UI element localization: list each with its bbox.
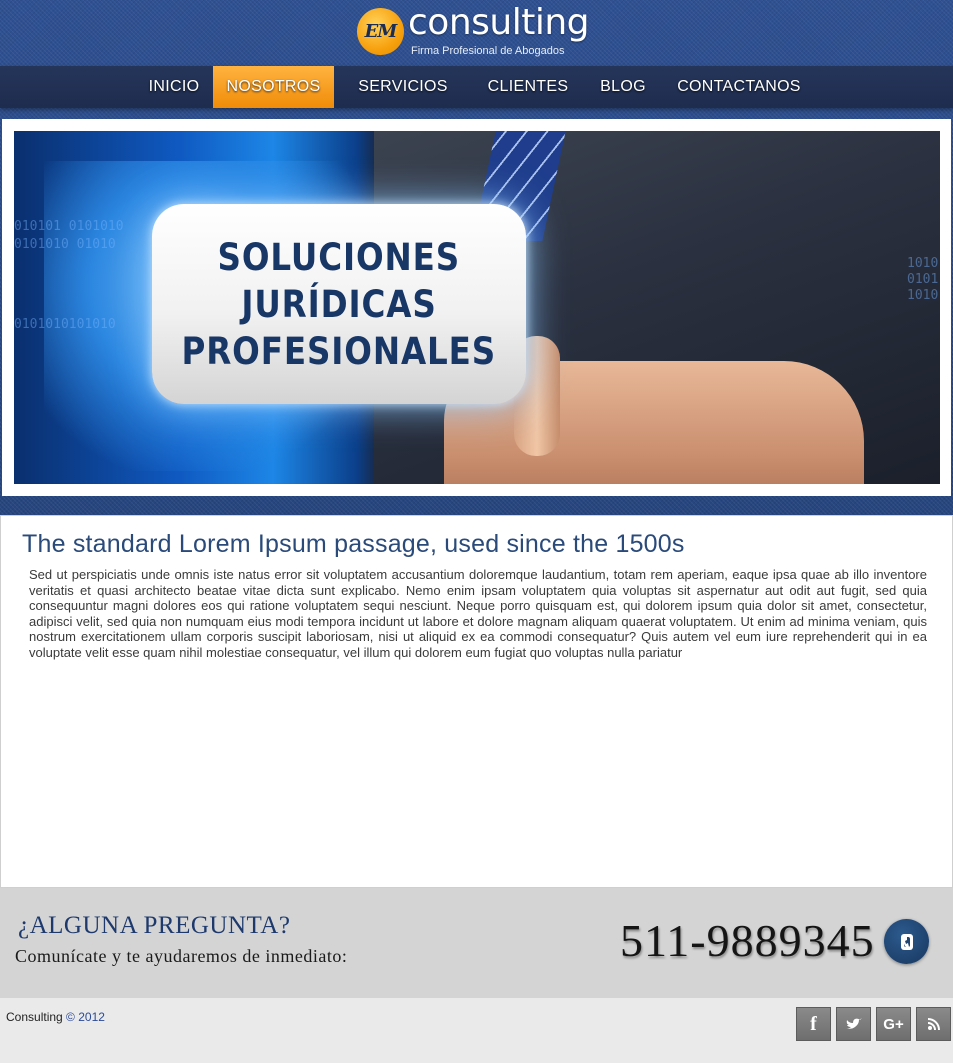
phone-icon — [900, 933, 913, 950]
banner-headline-line: PROFESIONALES — [181, 329, 497, 373]
contact-subtext: Comunícate y te ayudaremos de inmediato: — [15, 946, 348, 966]
twitter-button[interactable] — [836, 1007, 871, 1041]
facebook-icon: f — [810, 1012, 817, 1035]
logo-wordmark: consulting — [408, 2, 590, 43]
binary-text: 1010 — [907, 256, 939, 271]
phone-number[interactable]: 511-9889345 — [620, 914, 875, 967]
nav-item-blog[interactable]: BLOG — [592, 66, 654, 108]
copyright-text: Consulting © 2012 — [6, 1010, 105, 1024]
google-plus-button[interactable]: G+ — [876, 1007, 911, 1041]
rss-button[interactable] — [916, 1007, 951, 1041]
content-body: Sed ut perspiciatis unde omnis iste natu… — [29, 567, 927, 660]
logo-tagline: Firma Profesional de Abogados — [411, 45, 565, 57]
binary-text: 0101010101010 — [14, 317, 116, 332]
site-logo[interactable]: EM consulting Firma Profesional de Aboga… — [357, 2, 597, 60]
nav-item-inicio[interactable]: INICIO — [143, 66, 205, 108]
contact-question: ¿ALGUNA PREGUNTA? — [18, 912, 291, 939]
binary-text: 0101010 01010 — [14, 237, 116, 252]
copyright-name: Consulting — [6, 1010, 63, 1024]
facebook-button[interactable]: f — [796, 1007, 831, 1041]
binary-text: 1010 — [907, 288, 939, 303]
google-plus-icon: G+ — [883, 1015, 904, 1033]
nav-item-contactanos[interactable]: CONTACTANOS — [668, 66, 810, 108]
copyright-symbol: © — [66, 1010, 75, 1024]
contact-strip: ¿ALGUNA PREGUNTA? Comunícate y te ayudar… — [0, 888, 953, 998]
site-footer: Consulting © 2012 f G+ — [0, 998, 953, 1063]
nav-item-nosotros[interactable]: NOSOTROS — [213, 66, 334, 108]
binary-text: 010101 0101010 — [14, 219, 124, 234]
content-panel: The standard Lorem Ipsum passage, used s… — [0, 515, 953, 888]
content-heading: The standard Lorem Ipsum passage, used s… — [22, 530, 685, 558]
copyright-year: 2012 — [78, 1010, 105, 1024]
nav-item-servicios[interactable]: SERVICIOS — [350, 66, 456, 108]
main-nav: INICIO NOSOTROS SERVICIOS CLIENTES BLOG … — [0, 66, 953, 108]
rss-icon — [927, 1018, 940, 1031]
binary-text: 0101 — [907, 272, 939, 287]
banner-headline-line: JURÍDICAS — [241, 282, 437, 326]
twitter-icon — [845, 1018, 862, 1029]
banner-headline-card: SOLUCIONES JURÍDICAS PROFESIONALES — [152, 204, 526, 404]
phone-button[interactable] — [884, 919, 929, 964]
nav-item-clientes[interactable]: CLIENTES — [478, 66, 578, 108]
banner-headline-line: SOLUCIONES — [217, 235, 461, 279]
logo-mark: EM — [357, 8, 404, 55]
